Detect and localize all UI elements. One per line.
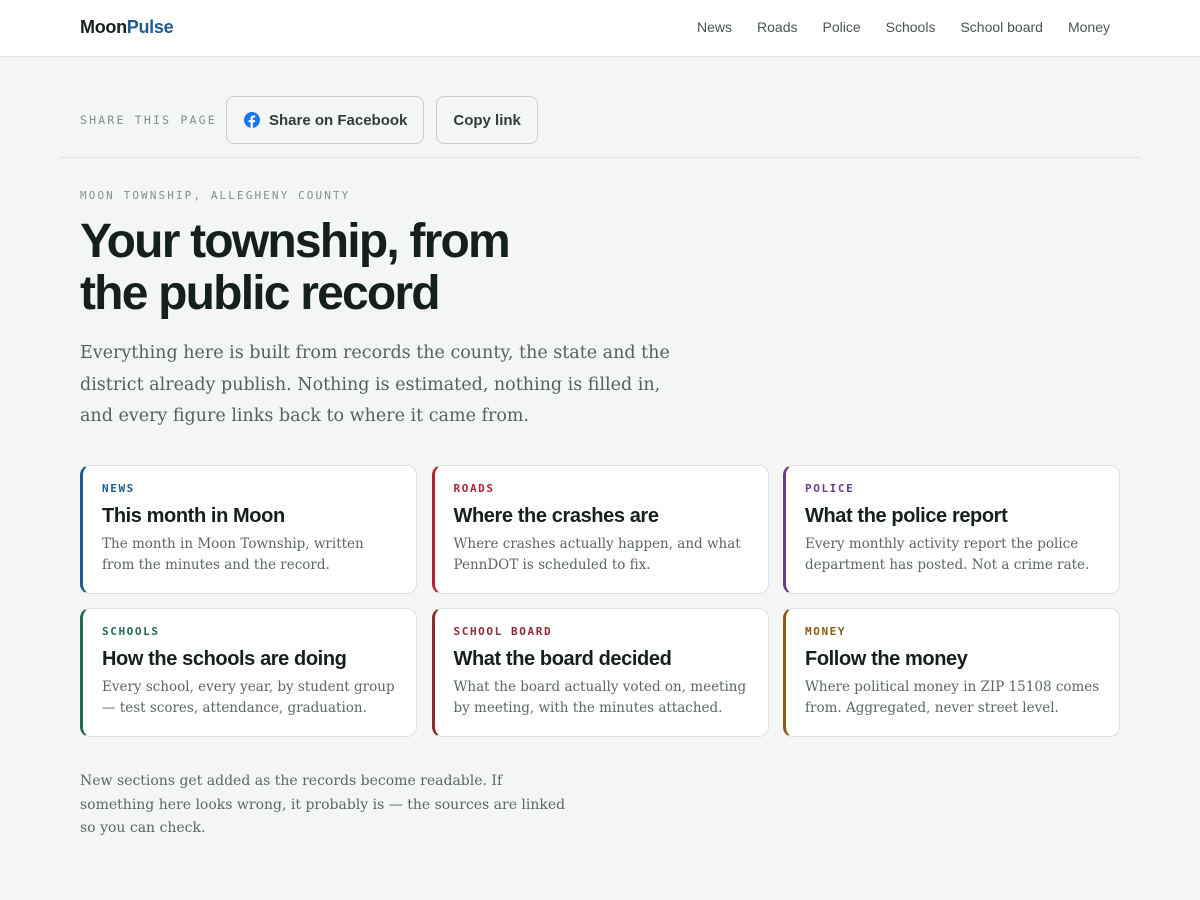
top-bar: MoonPulse News Roads Police Schools Scho…	[0, 0, 1200, 57]
card-description: Where political money in ZIP 15108 comes…	[805, 679, 1100, 716]
card-tag: NEWS	[102, 482, 135, 495]
card-title: What the board decided	[453, 648, 672, 670]
section-divider	[60, 157, 1140, 158]
section-cards: NEWS This month in Moon The month in Moo…	[80, 465, 1120, 737]
share-label: SHARE THIS PAGE	[80, 113, 217, 127]
nav-item-schools[interactable]: Schools	[886, 18, 936, 36]
card-title: This month in Moon	[102, 505, 285, 527]
copy-link-button[interactable]: Copy link	[436, 96, 538, 144]
location-eyebrow: MOON TOWNSHIP, ALLEGHENY COUNTY	[80, 189, 351, 202]
brand-logo[interactable]: MoonPulse	[80, 16, 174, 38]
brand-name-part-2: Pulse	[126, 17, 174, 37]
card-news[interactable]: NEWS This month in Moon The month in Moo…	[80, 465, 417, 594]
nav-item-school-board[interactable]: School board	[960, 18, 1043, 36]
nav-item-roads[interactable]: Roads	[757, 18, 797, 36]
card-title: Follow the money	[805, 648, 968, 670]
share-facebook-label: Share on Facebook	[269, 111, 408, 129]
card-tag: SCHOOLS	[102, 625, 160, 638]
share-facebook-button[interactable]: Share on Facebook	[226, 96, 425, 144]
card-tag: MONEY	[805, 625, 847, 638]
card-title: What the police report	[805, 505, 1008, 527]
card-tag: ROADS	[453, 482, 495, 495]
copy-link-label: Copy link	[453, 111, 521, 129]
main-nav: News Roads Police Schools School board M…	[697, 18, 1110, 36]
facebook-icon	[244, 112, 260, 128]
page-title-line-1: Your township, from	[80, 215, 511, 268]
intro-paragraph: Everything here is built from records th…	[80, 343, 670, 426]
card-description: Every school, every year, by student gro…	[102, 679, 395, 716]
card-police[interactable]: POLICE What the police report Every mont…	[783, 465, 1120, 594]
share-bar: SHARE THIS PAGE Share on Facebook Copy l…	[80, 96, 550, 144]
footnote: New sections get added as the records be…	[80, 773, 566, 836]
card-roads[interactable]: ROADS Where the crashes are Where crashe…	[431, 465, 769, 594]
brand-name-part-1: Moon	[80, 17, 127, 37]
card-tag: POLICE	[805, 482, 855, 495]
card-title: Where the crashes are	[453, 505, 659, 527]
nav-item-news[interactable]: News	[697, 18, 732, 36]
card-description: What the board actually voted on, meetin…	[453, 679, 747, 716]
card-tag: SCHOOL BOARD	[453, 625, 553, 638]
card-title: How the schools are doing	[102, 648, 347, 670]
card-description: Every monthly activity report the police…	[805, 536, 1090, 573]
nav-item-money[interactable]: Money	[1068, 18, 1110, 36]
nav-item-police[interactable]: Police	[823, 18, 861, 36]
card-money[interactable]: MONEY Follow the money Where political m…	[783, 608, 1120, 737]
card-description: The month in Moon Township, written from…	[102, 536, 364, 573]
card-description: Where crashes actually happen, and what …	[453, 536, 741, 573]
page-title-line-2: the public record	[80, 267, 441, 320]
page-title: Your township, from the public record	[80, 216, 600, 320]
card-schools[interactable]: SCHOOLS How the schools are doing Every …	[80, 608, 417, 737]
card-school-board[interactable]: SCHOOL BOARD What the board decided What…	[431, 608, 769, 737]
